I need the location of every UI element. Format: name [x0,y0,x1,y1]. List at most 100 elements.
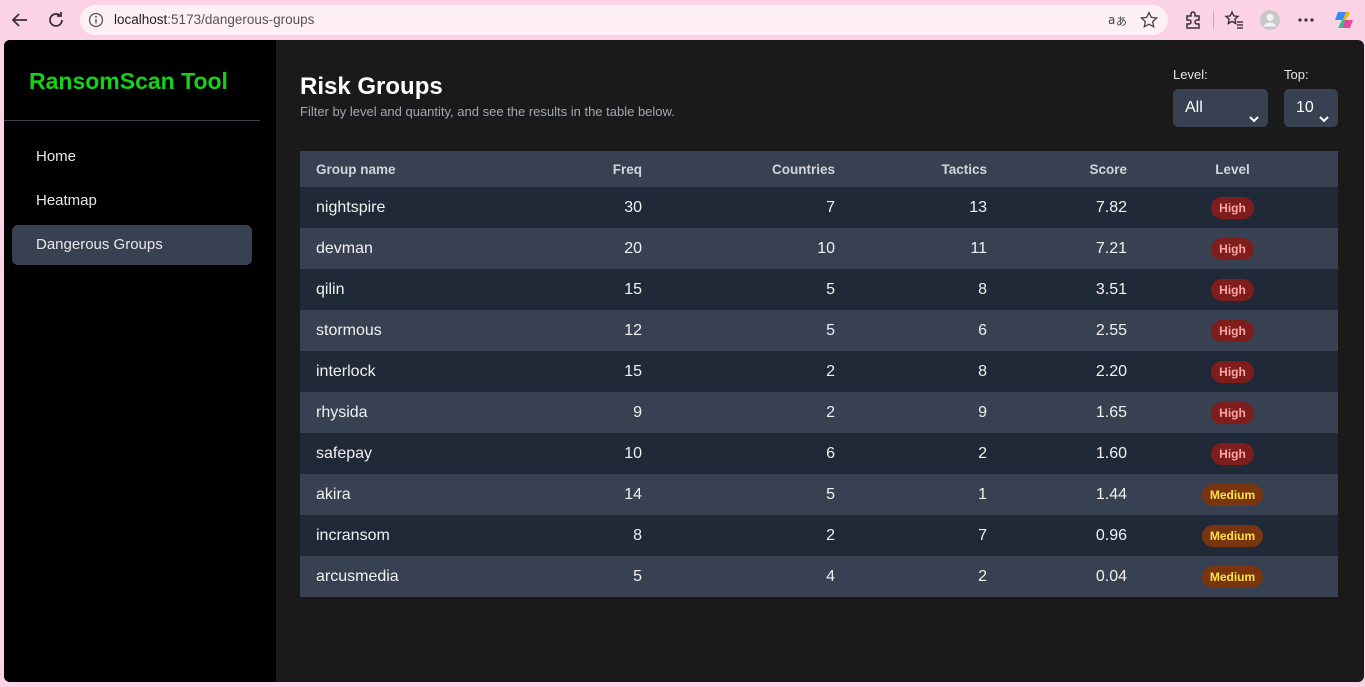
cell-freq: 30 [624,198,642,216]
cell-name: qilin [316,280,345,298]
toolbar-separator [1213,11,1214,29]
chevron-down-icon [1248,102,1260,123]
cell-countries: 4 [826,567,835,585]
top-select-value: 10 [1296,99,1314,116]
column-header-level: Level [1215,161,1250,177]
cell-score: 0.04 [1095,567,1127,585]
extensions-icon[interactable] [1181,8,1205,32]
cell-score: 1.65 [1095,403,1127,421]
browser-toolbar: localhost:5173/dangerous-groups aあ [0,0,1365,40]
table-row: devman 20 10 11 7.21 High [300,228,1338,269]
table-row: interlock 15 2 8 2.20 High [300,351,1338,392]
cell-score: 0.96 [1095,526,1127,544]
cell-score: 1.44 [1095,485,1127,503]
cell-freq: 9 [633,403,642,421]
cell-tactics: 13 [969,198,987,216]
cell-tactics: 9 [978,403,987,421]
sidebar-divider [4,120,260,121]
cell-tactics: 6 [978,321,987,339]
cell-name: incransom [316,526,390,544]
cell-freq: 14 [624,485,642,503]
cell-tactics: 8 [978,362,987,380]
level-badge: High [1211,196,1254,219]
cell-level: High [1127,269,1338,310]
profile-avatar-icon[interactable] [1258,8,1282,32]
level-filter-label: Level: [1173,67,1208,82]
level-badge: Medium [1201,565,1264,588]
top-filter-label: Top: [1284,67,1309,82]
translate-icon[interactable]: aあ [1108,11,1126,29]
level-badge: High [1211,237,1254,260]
level-badge: Medium [1201,483,1264,506]
column-header-freq: Freq [612,161,642,177]
cell-name: akira [316,485,351,503]
cell-score: 2.20 [1095,362,1127,380]
cell-freq: 15 [624,280,642,298]
page-title: Risk Groups [300,73,443,100]
svg-text:a: a [1108,13,1115,27]
level-select[interactable]: All [1173,89,1268,127]
cell-freq: 12 [624,321,642,339]
app-brand[interactable]: RansomScan Tool [29,68,228,95]
cell-tactics: 1 [978,485,987,503]
level-select-value: All [1185,99,1203,116]
favorites-icon[interactable] [1222,8,1246,32]
sidebar-item-home[interactable]: Home [12,137,252,177]
cell-countries: 2 [826,526,835,544]
cell-name: safepay [316,444,373,462]
copilot-icon[interactable] [1332,8,1356,32]
cell-countries: 7 [826,198,835,216]
cell-tactics: 7 [978,526,987,544]
back-arrow-icon[interactable] [8,8,32,32]
cell-name: rhysida [316,403,368,421]
cell-score: 7.82 [1095,198,1127,216]
cell-score: 2.55 [1095,321,1127,339]
cell-freq: 20 [624,239,642,257]
column-header-group-name: Group name [316,161,396,177]
cell-score: 7.21 [1095,239,1127,257]
chevron-down-icon [1318,102,1330,123]
table-row: incransom 8 2 7 0.96 Medium [300,515,1338,556]
table-row: akira 14 5 1 1.44 Medium [300,474,1338,515]
site-info-icon[interactable] [88,12,104,28]
table-row: stormous 12 5 6 2.55 High [300,310,1338,351]
cell-level: Medium [1127,556,1338,597]
address-bar[interactable]: localhost:5173/dangerous-groups aあ [80,5,1168,35]
app-window: RansomScan Tool Home Heatmap Dangerous G… [4,40,1364,682]
cell-countries: 10 [817,239,835,257]
main-content: Risk Groups Filter by level and quantity… [276,40,1364,682]
reload-icon[interactable] [44,8,68,32]
cell-level: High [1127,310,1338,351]
cell-level: Medium [1127,515,1338,556]
sidebar-item-dangerous-groups[interactable]: Dangerous Groups [12,225,252,265]
table-row: qilin 15 5 8 3.51 High [300,269,1338,310]
column-header-tactics: Tactics [941,161,987,177]
favorite-star-icon[interactable] [1140,11,1158,29]
cell-freq: 10 [624,444,642,462]
column-header-countries: Countries [771,161,835,177]
cell-level: High [1127,351,1338,392]
cell-name: stormous [316,321,382,339]
table-row: safepay 10 6 2 1.60 High [300,433,1338,474]
table-row: nightspire 30 7 13 7.82 High [300,187,1338,228]
cell-tactics: 11 [970,239,987,257]
top-select[interactable]: 10 [1284,89,1338,127]
table-body: nightspire 30 7 13 7.82 High devman 20 10 11 7.21 H… [300,187,1338,597]
cell-countries: 5 [826,280,835,298]
url-host: localhost [114,12,168,27]
level-badge: Medium [1201,524,1264,547]
more-menu-icon[interactable] [1294,8,1318,32]
table-row: arcusmedia 5 4 2 0.04 Medium [300,556,1338,597]
sidebar-item-heatmap[interactable]: Heatmap [12,181,252,221]
level-badge: High [1211,278,1254,301]
level-badge: High [1211,442,1254,465]
cell-countries: 5 [826,485,835,503]
cell-name: nightspire [316,198,386,216]
level-badge: High [1211,319,1254,342]
cell-level: Medium [1127,474,1338,515]
cell-level: High [1127,392,1338,433]
cell-score: 1.60 [1095,444,1127,462]
cell-countries: 2 [826,403,835,421]
cell-name: arcusmedia [316,567,399,585]
cell-freq: 15 [624,362,642,380]
